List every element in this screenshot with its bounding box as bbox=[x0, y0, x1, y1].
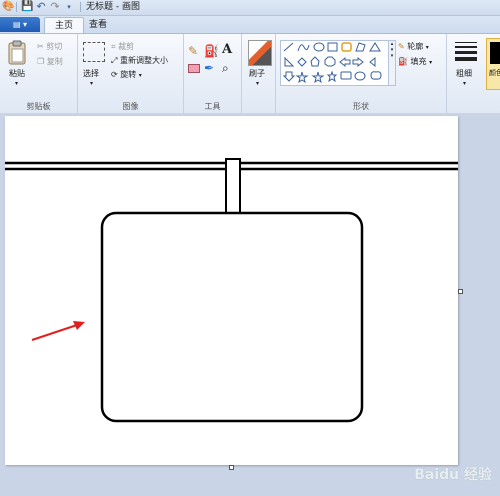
eraser-icon[interactable] bbox=[188, 64, 200, 73]
tools-group-label: 工具 bbox=[204, 102, 221, 111]
copy-button[interactable]: ❐ 复制 bbox=[37, 56, 63, 67]
pencil-icon[interactable]: ✎ bbox=[188, 44, 198, 58]
customize-quick-access-icon[interactable]: ▾ bbox=[63, 1, 75, 13]
image-group-label: 图像 bbox=[122, 102, 139, 111]
color1-button[interactable]: 颜色 bbox=[486, 38, 500, 90]
fill-label: 填充 bbox=[410, 57, 427, 66]
save-icon[interactable]: 💾 bbox=[21, 1, 33, 13]
cut-label: 剪切 bbox=[46, 42, 63, 51]
text-tool-icon[interactable]: A bbox=[222, 42, 232, 57]
paste-dropdown-icon[interactable]: ▾ bbox=[15, 80, 18, 87]
select-icon[interactable] bbox=[83, 42, 105, 62]
magnifier-icon[interactable]: ⌕ bbox=[222, 61, 229, 76]
select-label[interactable]: 选择 bbox=[83, 68, 99, 79]
rotate-label: 旋转 bbox=[120, 70, 137, 79]
outline-dropdown-icon: ▾ bbox=[425, 44, 429, 51]
tab-home[interactable]: 主页 bbox=[44, 17, 84, 34]
title-bar: 🎨 💾 ↶ ↷ ▾ 无标题 - 画图 bbox=[0, 0, 500, 16]
ribbon: 粘贴 ▾ ✂ 剪切 ❐ 复制 剪贴板 选择 ▾ ⌗ 裁剪 ⤢ 重新调整大小 ⟳ … bbox=[0, 33, 500, 114]
copy-label: 复制 bbox=[46, 57, 63, 66]
brushes-dropdown-icon[interactable]: ▾ bbox=[256, 80, 259, 87]
color1-label: 颜色 bbox=[489, 69, 500, 77]
outline-button[interactable]: ✎ 轮廓 ▾ bbox=[398, 41, 429, 52]
undo-icon[interactable]: ↶ bbox=[35, 1, 47, 13]
workspace: Baidu 经验 bbox=[0, 113, 500, 496]
brush-icon[interactable] bbox=[248, 40, 272, 66]
tools-group: ✎ ⛽ A ✒ ⌕ 工具 bbox=[184, 34, 242, 113]
resize-button[interactable]: ⤢ 重新调整大小 bbox=[111, 55, 168, 66]
canvas-resize-handle-bottom[interactable] bbox=[229, 465, 234, 470]
crop-icon: ⌗ bbox=[111, 42, 116, 51]
tab-view[interactable]: 查看 bbox=[86, 17, 110, 33]
clipboard-group-label: 剪贴板 bbox=[26, 102, 51, 111]
shapes-group-label: 形状 bbox=[353, 102, 369, 111]
cut-button[interactable]: ✂ 剪切 bbox=[37, 41, 62, 52]
color1-swatch bbox=[490, 42, 500, 64]
resize-icon: ⤢ bbox=[111, 56, 118, 65]
brushes-group: 刷子 ▾ bbox=[242, 34, 276, 113]
ribbon-tab-row: ▤ ▾ 主页 查看 bbox=[0, 16, 500, 34]
drawing-canvas[interactable] bbox=[5, 116, 458, 465]
divider bbox=[16, 2, 17, 12]
paint-app-icon[interactable]: 🎨 bbox=[2, 1, 14, 13]
fill-dropdown-icon: ▾ bbox=[429, 59, 433, 66]
line-size-icon[interactable] bbox=[455, 42, 477, 61]
brushes-label[interactable]: 刷子 bbox=[249, 68, 265, 79]
window-title: 无标题 - 画图 bbox=[86, 2, 140, 12]
scissors-icon: ✂ bbox=[37, 42, 44, 51]
shapes-group: ▴ ▾ ▾ ✎ 轮廓 ▾ ⛽ 填充 ▾ 形状 bbox=[276, 34, 447, 113]
paste-label: 粘贴 bbox=[9, 69, 25, 78]
clipboard-group: 粘贴 ▾ ✂ 剪切 ❐ 复制 剪贴板 bbox=[0, 34, 78, 113]
watermark: Baidu 经验 bbox=[414, 467, 492, 483]
shapes-gallery-icons bbox=[282, 42, 382, 84]
crop-label: 裁剪 bbox=[118, 42, 135, 51]
redo-icon[interactable]: ↷ bbox=[49, 1, 61, 13]
image-group: 选择 ▾ ⌗ 裁剪 ⤢ 重新调整大小 ⟳ 旋转 ▾ 图像 bbox=[78, 34, 184, 113]
outline-icon: ✎ bbox=[398, 42, 405, 51]
shapes-scrollbar[interactable]: ▴ ▾ ▾ bbox=[388, 40, 396, 86]
select-dropdown-icon[interactable]: ▾ bbox=[90, 80, 93, 87]
rotate-icon: ⟳ bbox=[111, 70, 118, 79]
size-group: 粗细 ▾ bbox=[447, 34, 484, 113]
fill-icon: ⛽ bbox=[398, 57, 408, 66]
fill-bucket-icon[interactable]: ⛽ bbox=[204, 44, 219, 58]
resize-label: 重新调整大小 bbox=[119, 56, 168, 65]
fill-button[interactable]: ⛽ 填充 ▾ bbox=[398, 56, 432, 67]
canvas-drawing bbox=[5, 158, 458, 423]
crop-button[interactable]: ⌗ 裁剪 bbox=[111, 41, 134, 52]
canvas-resize-handle-right[interactable] bbox=[458, 289, 463, 294]
color-picker-icon[interactable]: ✒ bbox=[204, 61, 214, 75]
divider bbox=[80, 2, 81, 12]
outline-label: 轮廓 bbox=[407, 42, 424, 51]
paint-menu-button[interactable]: ▤ ▾ bbox=[0, 17, 40, 32]
rotate-dropdown-icon: ▾ bbox=[138, 72, 142, 79]
size-dropdown-icon[interactable]: ▾ bbox=[463, 80, 466, 87]
copy-icon: ❐ bbox=[37, 57, 45, 66]
size-label[interactable]: 粗细 bbox=[456, 68, 472, 79]
shapes-gallery[interactable] bbox=[280, 40, 390, 86]
clipboard-icon bbox=[8, 40, 26, 65]
rotate-button[interactable]: ⟳ 旋转 ▾ bbox=[111, 69, 142, 80]
